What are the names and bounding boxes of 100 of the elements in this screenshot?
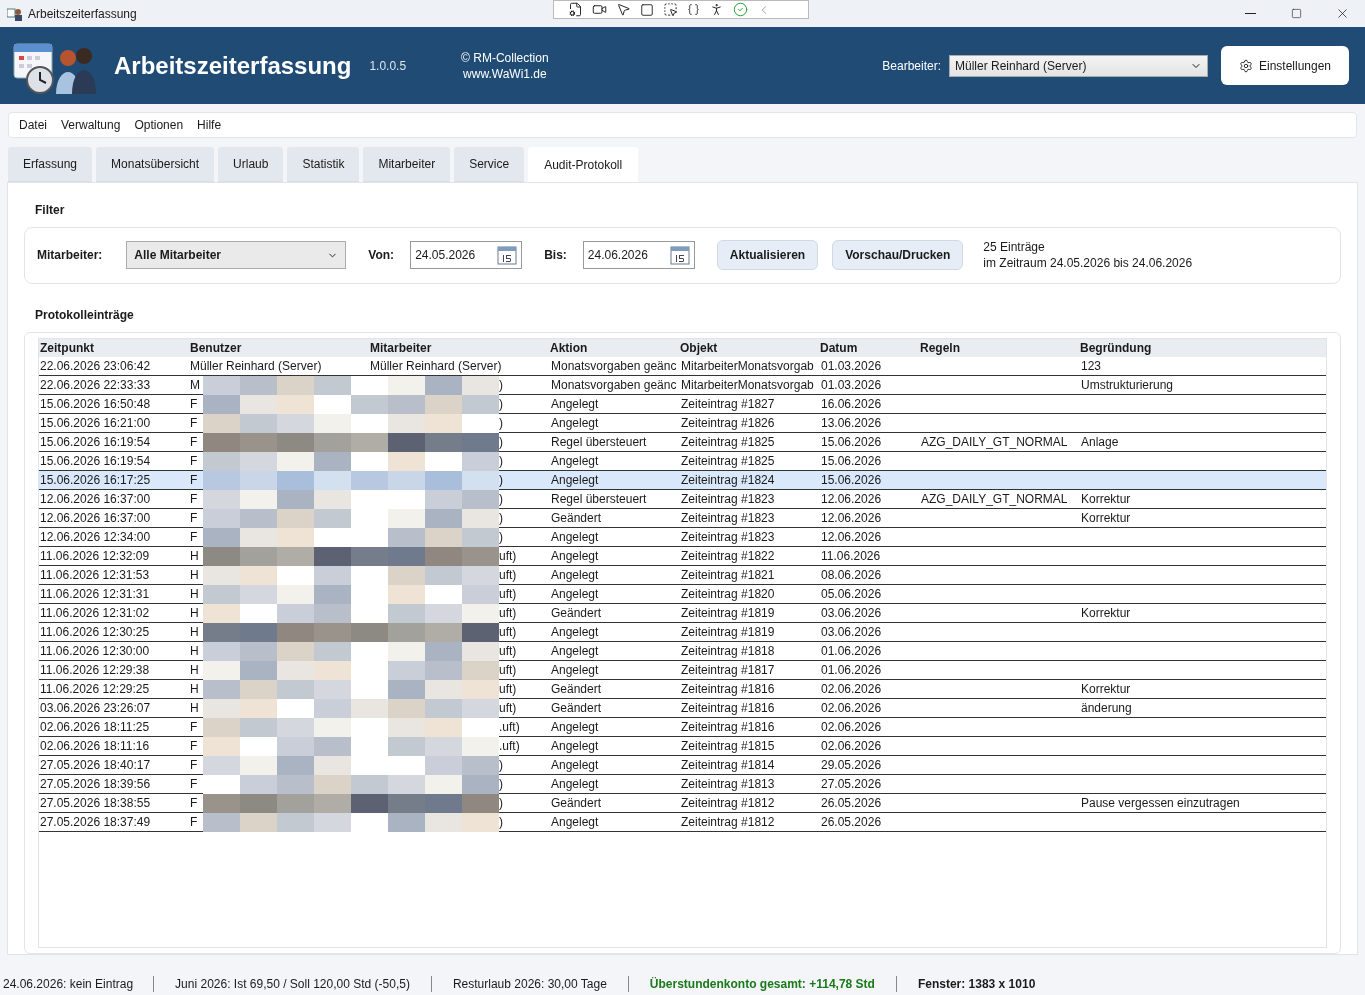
table-cell-text: 16.06.2026 [820, 395, 883, 413]
braces-icon[interactable] [687, 3, 700, 16]
square-icon[interactable] [640, 2, 654, 17]
table-cell-text: Zeiteintrag #1819 [680, 623, 776, 641]
table-cell-text: Angelegt [550, 585, 600, 603]
menu-item[interactable]: Optionen [134, 116, 184, 134]
table-cell-text: Angelegt [550, 642, 600, 660]
employee-dropdown[interactable]: Alle Mitarbeiter [126, 241, 347, 270]
version-label: 1.0.0.5 [369, 57, 407, 75]
settings-icon [1238, 58, 1253, 73]
table-cell-text: 02.06.2026 [820, 680, 883, 698]
table-cell-text: Korrektur [1080, 680, 1132, 698]
table-cell-text: Zeiteintrag #1816 [680, 680, 776, 698]
table-cell-text: Geändert [550, 509, 603, 527]
table-cell-text: 02.06.2026 [820, 699, 883, 717]
print-preview-button[interactable]: Vorschau/Drucken [832, 240, 964, 271]
employee-label: Mitarbeiter: [37, 247, 103, 265]
table-cell-text: ) [498, 414, 504, 432]
tab[interactable]: Erfassung [8, 147, 93, 182]
table-cell-text: 27.05.2026 18:38:55 [39, 794, 152, 812]
table-cell-text: ) [498, 756, 504, 774]
table-cell-text: F [189, 718, 199, 736]
table-cell-text: 03.06.2026 [820, 623, 883, 641]
table-cell-text: 05.06.2026 [820, 585, 883, 603]
check-circle-icon[interactable] [733, 2, 748, 17]
calendar-icon[interactable] [669, 245, 690, 266]
table-cell-text: Angelegt [550, 661, 600, 679]
refresh-button[interactable]: Aktualisieren [716, 240, 819, 271]
table-cell-text: Regel übersteuert [550, 433, 648, 451]
table-cell-text: Zeiteintrag #1818 [680, 642, 776, 660]
settings-button[interactable]: Einstellungen [1221, 46, 1349, 85]
column-header[interactable]: Benutzer [189, 338, 369, 357]
table-cell-text: Angelegt [550, 718, 600, 736]
video-camera-icon[interactable] [592, 2, 607, 17]
accessibility-icon[interactable] [709, 2, 724, 17]
table-cell-text: F [189, 756, 199, 774]
table-cell-text: F [189, 452, 199, 470]
tab[interactable]: Mitarbeiter [363, 147, 451, 182]
table-cell-text: Angelegt [550, 813, 600, 831]
table-cell-text: 12.06.2026 16:37:00 [39, 490, 152, 508]
column-header[interactable]: Zeitpunkt [39, 338, 189, 357]
tab[interactable]: Monatsübersicht [96, 147, 215, 182]
table-cell-text: 26.05.2026 [820, 813, 883, 831]
column-header[interactable]: Aktion [549, 338, 679, 357]
from-date-field[interactable]: 24.05.2026 [410, 241, 523, 270]
menu-item[interactable]: Hilfe [197, 116, 222, 134]
table-cell-text: 27.05.2026 [820, 775, 883, 793]
table-cell-text: F [189, 528, 199, 546]
table-cell-text: uft) [498, 623, 518, 641]
status-text: Fenster: 1383 x 1010 [916, 976, 1037, 993]
table-cell-text: 01.06.2026 [820, 661, 883, 679]
select-pointer-icon[interactable] [663, 2, 678, 17]
menu-item[interactable]: Datei [19, 116, 47, 134]
table-cell-text: ) [498, 813, 504, 831]
table-cell-text: 03.06.2026 [820, 604, 883, 622]
table-cell-text: Angelegt [550, 623, 600, 641]
column-header[interactable]: Begründung [1079, 338, 1326, 357]
table-cell-text: .uft) [498, 718, 521, 736]
column-header[interactable]: Objekt [679, 338, 819, 357]
table-cell-text: ) [498, 775, 504, 793]
table-cell-text: ) [498, 528, 504, 546]
to-date-field[interactable]: 24.06.2026 [582, 241, 695, 270]
table-cell-text: Angelegt [550, 547, 600, 565]
tab[interactable]: Audit-Protokoll [528, 147, 639, 182]
date-range-text: im Zeitraum 24.05.2026 bis 24.06.2026 [983, 255, 1193, 272]
table-cell-text: Zeiteintrag #1824 [680, 471, 776, 489]
table-cell-text: Zeiteintrag #1814 [680, 756, 776, 774]
editor-dropdown[interactable]: Müller Reinhard (Server) [949, 54, 1208, 77]
column-header[interactable]: Regeln [919, 338, 1079, 357]
column-header[interactable]: Datum [819, 338, 919, 357]
table-cell-text: H [189, 680, 200, 698]
app-title: Arbeitszeiterfassung [114, 50, 352, 81]
tab[interactable]: Urlaub [218, 147, 284, 182]
table-cell-text: Zeiteintrag #1819 [680, 604, 776, 622]
calendar-icon[interactable] [497, 245, 518, 266]
status-text: Juni 2026: Ist 69,50 / Soll 120,00 Std (-50,5) [174, 976, 411, 993]
table-cell-text: 11.06.2026 12:31:02 [39, 604, 151, 622]
table-cell-text: Umstrukturierung [1080, 376, 1175, 394]
tab[interactable]: Statistik [287, 147, 360, 182]
table-cell-text: F [189, 813, 199, 831]
table-cell-text: ) [498, 395, 504, 413]
table-cell-text: Geändert [550, 699, 603, 717]
window-title: Arbeitszeiterfassung [28, 5, 137, 23]
minimize-icon [1244, 13, 1256, 14]
file-settings-icon[interactable] [568, 2, 583, 17]
table-cell-text: 15.06.2026 [820, 471, 883, 489]
table-cell-text: Angelegt [550, 452, 600, 470]
table-cell-text: 15.06.2026 16:19:54 [39, 452, 152, 470]
pointer-icon[interactable] [616, 2, 631, 17]
tab[interactable]: Service [454, 147, 525, 182]
column-header[interactable]: Mitarbeiter [369, 338, 549, 357]
table-cell-text: 22.06.2026 22:33:33 [39, 376, 152, 394]
table-cell-text: F [189, 775, 199, 793]
table-cell-text: Zeiteintrag #1822 [680, 547, 776, 565]
table-cell-text: Monatsvorgaben geänc [550, 376, 678, 394]
copyright-text: © RM-Collection [461, 49, 549, 66]
menu-item[interactable]: Verwaltung [61, 116, 121, 134]
table-cell-text: Zeiteintrag #1815 [680, 737, 776, 755]
table-cell-text: Angelegt [550, 737, 600, 755]
table-cell-text: Angelegt [550, 775, 600, 793]
